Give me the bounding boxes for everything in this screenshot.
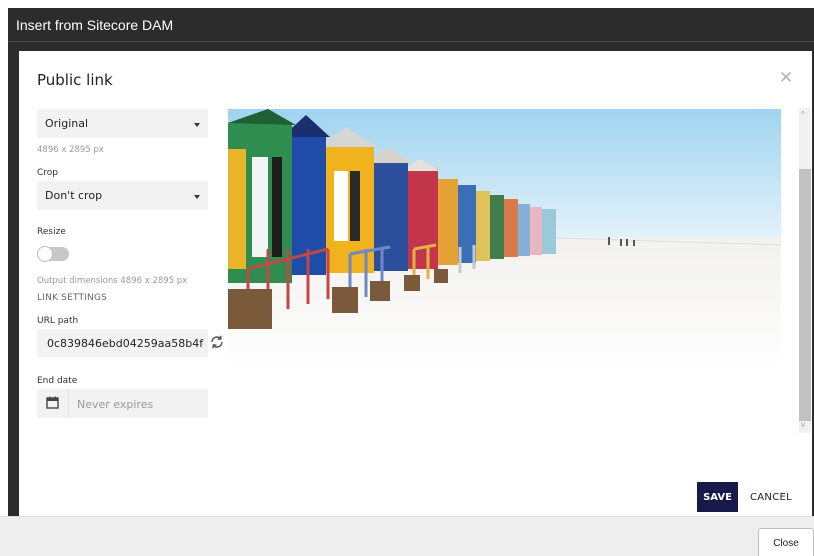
end-date-placeholder: Never expires	[77, 398, 154, 411]
public-link-dialog: Public link ✕ Original 4896 x 2895 px Cr…	[19, 51, 812, 517]
beach-huts-photo	[228, 109, 781, 377]
toggle-knob	[37, 246, 53, 262]
save-button[interactable]: SAVE	[697, 482, 738, 512]
format-select[interactable]: Original	[37, 109, 208, 138]
dialog-title: Public link	[37, 71, 113, 89]
url-path-label: URL path	[37, 316, 79, 326]
output-dimensions: Output dimensions 4896 x 2895 px	[37, 276, 188, 286]
crop-select[interactable]: Don't crop	[37, 181, 208, 210]
cancel-button[interactable]: CANCEL	[746, 482, 796, 512]
resize-label: Resize	[37, 227, 66, 237]
resize-toggle[interactable]	[37, 246, 69, 262]
crop-label: Crop	[37, 168, 59, 178]
scroll-down-icon[interactable]: v	[801, 421, 805, 429]
close-icon[interactable]: ✕	[777, 69, 795, 87]
crop-select-value: Don't crop	[45, 189, 103, 202]
calendar-button[interactable]	[37, 389, 69, 418]
end-date-input[interactable]: Never expires	[37, 389, 208, 418]
url-path-value: 0c839846ebd04259aa58b4f	[47, 337, 204, 350]
dialog-scrollbar[interactable]: ^ v	[799, 108, 811, 433]
chevron-down-icon	[194, 123, 200, 127]
chevron-down-icon	[194, 195, 200, 199]
calendar-icon	[46, 396, 59, 409]
scrollbar-thumb[interactable]	[799, 169, 811, 421]
end-date-label: End date	[37, 376, 78, 386]
url-path-input[interactable]: 0c839846ebd04259aa58b4f	[37, 329, 208, 357]
refresh-icon[interactable]	[209, 334, 225, 350]
scroll-up-icon[interactable]: ^	[801, 111, 805, 119]
link-settings-heading: LINK SETTINGS	[37, 293, 108, 303]
footer-bar: Close	[0, 516, 814, 556]
window-titlebar: Insert from Sitecore DAM	[8, 8, 814, 42]
format-select-value: Original	[45, 117, 89, 130]
image-preview	[228, 109, 781, 377]
original-dimensions: 4896 x 2895 px	[37, 145, 104, 155]
window-title: Insert from Sitecore DAM	[16, 17, 174, 33]
close-button[interactable]: Close	[758, 528, 814, 556]
